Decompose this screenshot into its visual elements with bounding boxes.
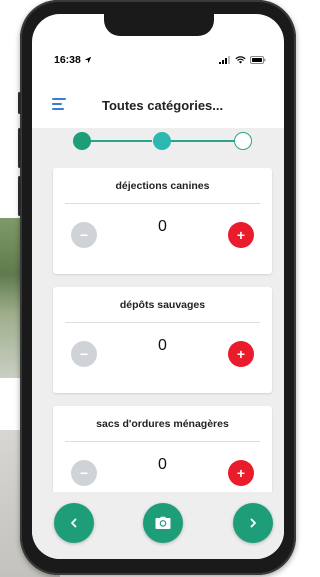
card-divider [65,441,260,442]
increment-button[interactable]: + [228,222,254,248]
phone-volume-up [18,128,21,168]
camera-button[interactable] [143,503,183,543]
location-arrow-icon [84,56,92,64]
card-divider [65,322,260,323]
previous-button[interactable] [54,503,94,543]
card-divider [65,203,260,204]
camera-icon [155,516,171,529]
category-card-dejections-canines: déjections canines − 0 + [53,168,272,274]
category-label: dépôts sauvages [119,299,206,311]
status-bar: 16:38 [32,54,284,72]
next-button[interactable] [233,503,273,543]
increment-button[interactable]: + [228,460,254,486]
menu-icon-bar-1 [52,98,66,100]
progress-stepper [32,128,284,160]
step-2-dot [153,132,171,150]
menu-icon-bar-3 [52,108,64,110]
battery-icon [250,56,266,64]
phone-volume-down [18,176,21,216]
status-time: 16:38 [54,54,92,66]
menu-button[interactable] [52,98,66,110]
wifi-icon [235,56,246,64]
bottom-action-bar [32,492,284,559]
phone-frame: 16:38 Toutes catégories... déjections ca… [18,0,296,575]
step-1-dot [73,132,91,150]
content-area[interactable]: déjections canines − 0 + dépôts sauvages… [32,128,284,492]
stepper-line-2 [170,140,236,142]
category-card-sacs-ordures: sacs d'ordures ménagères − 0 + [53,406,272,492]
increment-button[interactable]: + [228,341,254,367]
chevron-left-icon [71,518,77,528]
app-header: Toutes catégories... [32,86,284,126]
status-icons [219,56,266,64]
menu-icon-bar-2 [52,103,62,105]
status-time-text: 16:38 [54,54,81,66]
stepper-line-1 [82,140,152,142]
phone-notch [104,14,214,36]
category-card-depots-sauvages: dépôts sauvages − 0 + [53,287,272,393]
category-label: déjections canines [115,180,210,192]
signal-icon [219,56,230,64]
page-title: Toutes catégories... [102,98,224,113]
phone-mute-switch [18,92,21,114]
phone-screen: 16:38 Toutes catégories... déjections ca… [32,14,284,559]
step-3-dot [234,132,252,150]
category-label: sacs d'ordures ménagères [96,418,229,430]
chevron-right-icon [250,518,256,528]
